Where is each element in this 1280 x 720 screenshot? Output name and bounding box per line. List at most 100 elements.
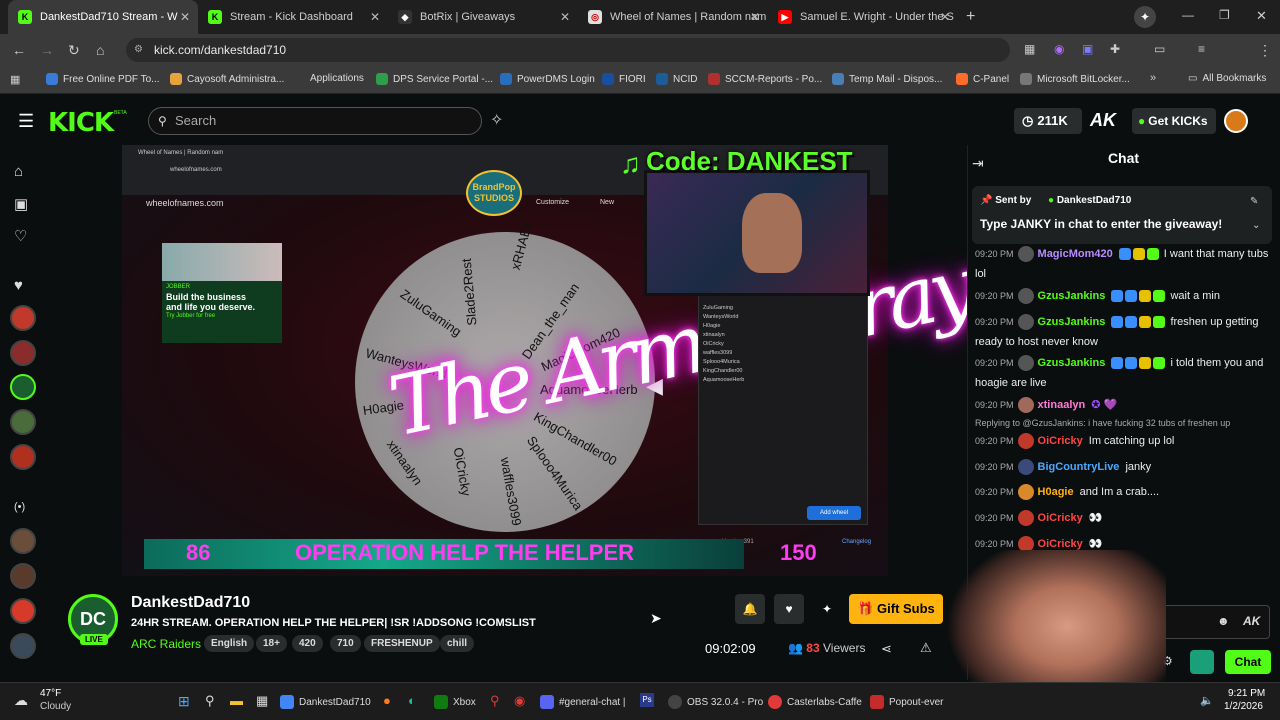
followed-channel-avatar[interactable] [10, 340, 36, 366]
bookmark-item[interactable]: Applications [310, 73, 364, 84]
menu-kebab-icon[interactable]: ⋮ [1258, 42, 1272, 59]
weather-desc[interactable]: Cloudy [40, 701, 71, 712]
bookmark-item[interactable]: FIORI [602, 73, 646, 85]
following-heart-icon[interactable]: ♥ [14, 277, 23, 294]
bookmark-item[interactable]: DPS Service Portal -... [376, 73, 493, 85]
ak-emote-icon[interactable]: AK [1243, 614, 1260, 628]
minimize-icon[interactable]: — [1182, 8, 1194, 22]
notification-bell-icon[interactable]: 🔔 [735, 594, 765, 624]
channel-name[interactable]: DankestDad710 [131, 594, 250, 612]
share-icon[interactable]: ⋖ [881, 641, 892, 657]
bookmark-item[interactable]: Temp Mail - Dispos... [832, 73, 942, 85]
recommended-channel-avatar[interactable] [10, 598, 36, 624]
home-icon[interactable]: ⌂ [14, 163, 23, 180]
close-icon[interactable]: ✕ [180, 10, 190, 24]
close-icon[interactable]: ✕ [750, 10, 760, 24]
clock-date[interactable]: 1/2/2026 [1224, 701, 1263, 712]
new-tab-icon[interactable]: + [966, 8, 975, 26]
url-field[interactable]: ⚙ kick.com/dankestdad710 [126, 38, 1010, 62]
site-info-icon[interactable]: ⚙ [134, 38, 143, 62]
bookmark-item[interactable]: SCCM-Reports - Po... [708, 73, 822, 85]
forward-icon[interactable]: → [40, 42, 54, 58]
sidepanel-icon[interactable]: ▭ [1154, 42, 1165, 56]
hamburger-menu-icon[interactable]: ☰ [18, 111, 34, 132]
reload-icon[interactable]: ↻ [68, 42, 80, 59]
followed-channel-avatar[interactable] [10, 409, 36, 435]
restore-icon[interactable]: ❐ [1219, 8, 1230, 22]
bookmark-item[interactable]: NCID [656, 73, 697, 85]
extension-icon[interactable]: ▣ [1082, 42, 1093, 56]
browser-tab[interactable]: K Stream - Kick Dashboard ✕ [198, 0, 388, 34]
search-input[interactable]: ⚲ Search [148, 107, 482, 135]
close-icon[interactable]: ✕ [370, 10, 380, 24]
tag-chip[interactable]: 420 [292, 635, 323, 652]
browse-icon[interactable]: ▣ [14, 195, 28, 213]
sparkle-icon[interactable]: ✦ [812, 594, 842, 624]
extension-icon[interactable]: ▦ [1024, 42, 1035, 56]
unpin-icon[interactable]: ✎ [1250, 196, 1258, 207]
media-icon[interactable]: ≡ [1198, 42, 1205, 56]
sparkle-icon[interactable]: ✧ [490, 110, 503, 130]
windows-start-icon[interactable]: ⊞ [178, 693, 190, 710]
emoji-icon[interactable]: ☻ [1217, 614, 1230, 628]
report-warning-icon[interactable]: ⚠ [920, 640, 932, 656]
more-bookmarks-icon[interactable]: » [1150, 72, 1156, 84]
bookmark-item[interactable]: C-Panel [956, 73, 1009, 85]
puzzle-icon[interactable]: ✚ [1110, 42, 1120, 56]
kick-logo[interactable]: KICK [48, 108, 114, 138]
ak-logo-icon[interactable]: AK [1090, 110, 1116, 131]
kicks-button-icon[interactable] [1190, 650, 1214, 674]
app-icon[interactable]: ⚲ [490, 693, 500, 709]
tag-chip[interactable]: 18+ [256, 635, 287, 652]
extension-icon[interactable]: ◉ [1054, 42, 1064, 56]
taskbar-app[interactable]: Casterlabs-Caffe [768, 695, 862, 709]
kicks-balance[interactable]: ◷ 211K [1014, 108, 1082, 134]
pinned-message[interactable]: 📌 Sent by ● DankestDad710 Type JANKY in … [972, 186, 1272, 244]
tag-chip[interactable]: English [204, 635, 255, 652]
tag-chip[interactable]: chill [440, 635, 475, 652]
close-window-icon[interactable]: ✕ [1256, 8, 1267, 24]
browser-tab[interactable]: K DankestDad710 Stream - W ✕ [8, 0, 198, 34]
taskbar-app[interactable]: Popout-ever [870, 695, 943, 709]
browser-tab[interactable]: ◎ Wheel of Names | Random nam ✕ [578, 0, 768, 34]
gift-subs-button[interactable]: 🎁 Gift Subs [849, 594, 943, 624]
file-explorer-icon[interactable]: ▬ [230, 693, 243, 708]
get-kicks-button[interactable]: ● Get KICKs [1132, 108, 1216, 134]
close-icon[interactable]: ✕ [940, 10, 950, 24]
recommended-channel-avatar[interactable] [10, 528, 36, 554]
taskbar-app[interactable]: #general-chat | [540, 695, 626, 709]
bookmark-item[interactable]: Microsoft BitLocker... [1020, 73, 1130, 85]
bookmark-item[interactable]: Cayosoft Administra... [170, 73, 284, 85]
follow-heart-icon[interactable]: ♥ [774, 594, 804, 624]
edge-icon[interactable]: ◐ [408, 693, 416, 708]
all-bookmarks[interactable]: ▭ All Bookmarks [1188, 73, 1266, 84]
bookmark-item[interactable]: Free Online PDF To... [46, 73, 160, 85]
taskbar-app[interactable]: OBS 32.0.4 - Pro [668, 695, 763, 709]
tag-chip[interactable]: 710 [330, 635, 361, 652]
taskbar-app[interactable]: DankestDad710 [280, 695, 371, 709]
category-link[interactable]: ARC Raiders [131, 637, 201, 651]
apps-grid-icon[interactable]: ▦ [10, 73, 20, 86]
sparkle-icon[interactable]: ✦ [1134, 6, 1156, 28]
weather-temp[interactable]: 47°F [40, 688, 61, 699]
browser-tab[interactable]: ▶ Samuel E. Wright - Under the S ✕ [768, 0, 958, 34]
send-chat-button[interactable]: Chat [1225, 650, 1271, 674]
recommended-channel-avatar[interactable] [10, 563, 36, 589]
firefox-icon[interactable]: ● [383, 693, 391, 708]
search-icon[interactable]: ⚲ [205, 693, 215, 709]
chevron-down-icon[interactable]: ⌄ [1252, 220, 1260, 231]
tag-chip[interactable]: FRESHENUP [364, 635, 440, 652]
user-avatar[interactable] [1224, 109, 1248, 133]
heart-outline-icon[interactable]: ♡ [14, 227, 27, 245]
photoshop-icon[interactable]: Ps [640, 693, 654, 707]
followed-channel-avatar[interactable] [10, 444, 36, 470]
back-icon[interactable]: ← [12, 42, 26, 58]
followed-channel-avatar[interactable] [10, 305, 36, 331]
volume-icon[interactable]: 🔈 [1200, 694, 1214, 707]
home-icon[interactable]: ⌂ [96, 42, 104, 58]
browser-tab[interactable]: ◆ BotRix | Giveaways ✕ [388, 0, 578, 34]
close-icon[interactable]: ✕ [560, 10, 570, 24]
followed-channel-avatar[interactable] [10, 374, 36, 400]
recommended-channel-avatar[interactable] [10, 633, 36, 659]
taskbar-app[interactable]: Xbox [434, 695, 476, 709]
